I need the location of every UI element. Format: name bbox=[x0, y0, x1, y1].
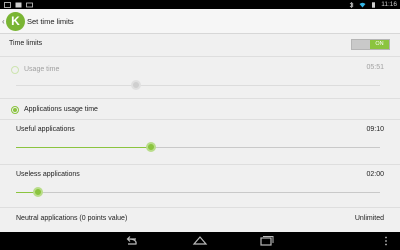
usage-time-radio[interactable] bbox=[11, 66, 19, 74]
back-arrow-icon[interactable]: ‹ bbox=[2, 17, 5, 26]
screen: 11:16 ‹ K Set time limits Time limits ON… bbox=[0, 0, 400, 250]
navigation-bar bbox=[0, 232, 400, 250]
notification-icons bbox=[4, 0, 33, 9]
useful-applications-value: 09:10 bbox=[366, 126, 384, 133]
photo-notification-icon bbox=[15, 2, 22, 7]
home-icon[interactable] bbox=[192, 235, 208, 247]
battery-icon bbox=[372, 1, 376, 8]
divider bbox=[0, 164, 400, 165]
bluetooth-icon bbox=[349, 1, 354, 8]
useless-applications-label: Useless applications bbox=[16, 171, 80, 178]
divider bbox=[0, 207, 400, 208]
action-bar: ‹ K Set time limits bbox=[0, 9, 400, 34]
system-icons: 11:16 bbox=[348, 0, 397, 9]
recent-apps-icon[interactable] bbox=[259, 235, 275, 247]
toggle-on-label: ON bbox=[370, 40, 389, 49]
usage-time-slider-thumb[interactable] bbox=[131, 80, 142, 90]
divider bbox=[0, 119, 400, 120]
divider bbox=[0, 98, 400, 99]
neutral-applications-label: Neutral applications (0 points value) bbox=[16, 215, 128, 222]
image-notification-icon bbox=[4, 1, 11, 8]
wifi-icon bbox=[359, 2, 366, 7]
app-logo[interactable]: K bbox=[6, 12, 25, 31]
useful-applications-label: Useful applications bbox=[16, 126, 75, 133]
useless-applications-slider-thumb[interactable] bbox=[32, 187, 43, 197]
back-icon[interactable] bbox=[123, 235, 139, 247]
useless-applications-value: 02:00 bbox=[366, 171, 384, 178]
page-title: Set time limits bbox=[27, 17, 74, 26]
time-limits-toggle[interactable]: ON bbox=[351, 39, 390, 50]
useful-applications-slider-thumb[interactable] bbox=[145, 142, 156, 152]
status-bar: 11:16 bbox=[0, 0, 400, 9]
useful-applications-fill bbox=[16, 147, 151, 148]
time-limits-label: Time limits bbox=[9, 40, 43, 47]
neutral-applications-value: Unlimited bbox=[354, 215, 384, 222]
usage-time-track bbox=[16, 85, 380, 86]
applications-usage-time-label: Applications usage time bbox=[24, 106, 98, 113]
clock: 11:16 bbox=[381, 1, 397, 8]
useless-applications-track bbox=[16, 192, 380, 193]
overflow-menu-icon[interactable] bbox=[382, 235, 390, 247]
message-notification-icon bbox=[26, 2, 33, 7]
usage-time-value: 05:51 bbox=[366, 64, 384, 71]
divider bbox=[0, 56, 400, 57]
usage-time-label: Usage time bbox=[24, 66, 60, 73]
applications-usage-time-radio[interactable] bbox=[11, 106, 19, 114]
